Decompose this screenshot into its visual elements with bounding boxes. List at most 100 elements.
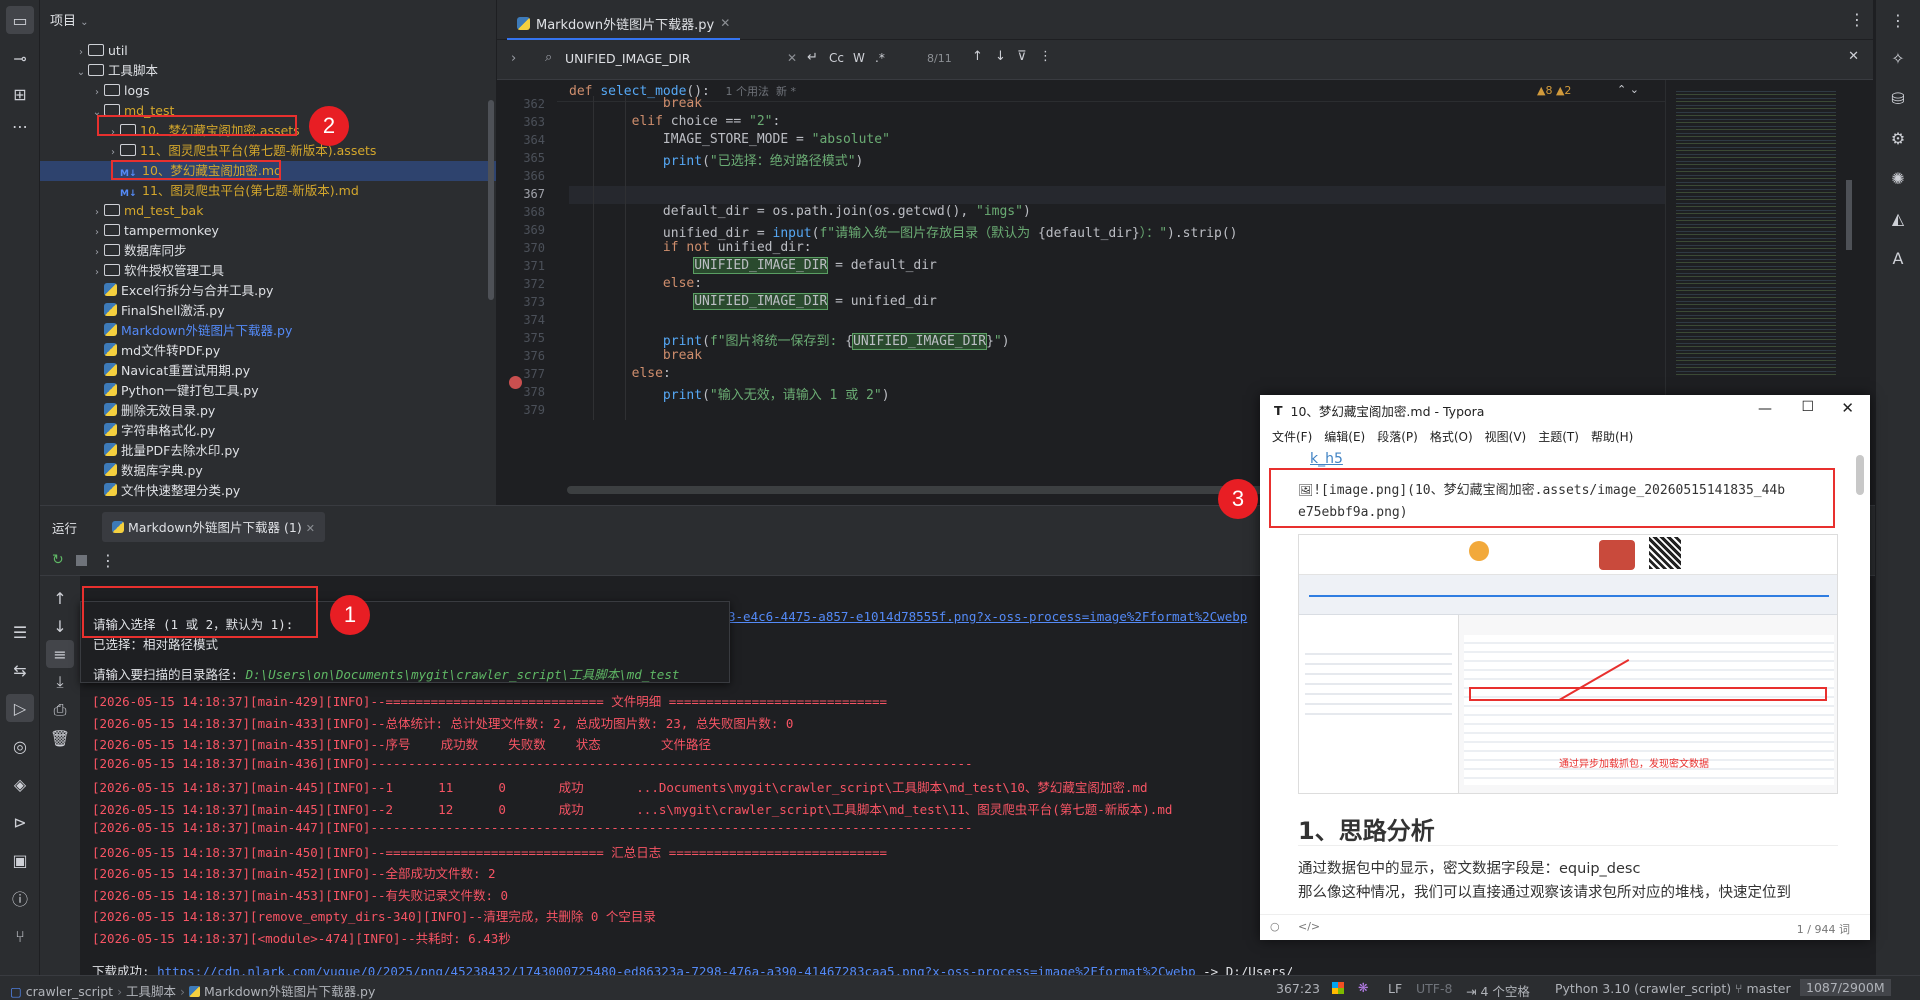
code-line[interactable]: IMAGE_STORE_MODE = "absolute" bbox=[569, 132, 890, 147]
match-case-toggle[interactable]: Cc bbox=[829, 51, 844, 65]
chevron-right-icon[interactable]: › bbox=[90, 83, 104, 103]
git-icon[interactable]: ⑂ bbox=[6, 922, 34, 950]
stop-icon[interactable] bbox=[76, 555, 87, 566]
python-interpreter[interactable]: Python 3.10 (crawler_script) bbox=[1555, 981, 1731, 996]
minimize-icon[interactable]: — bbox=[1758, 401, 1772, 417]
close-run-tab-icon[interactable]: ✕ bbox=[306, 522, 315, 535]
maximize-icon[interactable]: ☐ bbox=[1801, 399, 1814, 415]
source-mode-icon[interactable]: </> bbox=[1298, 920, 1320, 933]
next-match-icon[interactable]: ↓ bbox=[995, 49, 1006, 64]
tree-scrollbar[interactable] bbox=[488, 60, 494, 500]
chevron-down-icon[interactable]: ⌄ bbox=[74, 63, 88, 83]
editor-tab-active[interactable]: Markdown外链图片下载器.py ✕ bbox=[507, 8, 741, 40]
code-line[interactable]: print("输入无效，请输入 1 或 2") bbox=[569, 384, 890, 403]
typora-menu-item[interactable]: 编辑(E) bbox=[1324, 430, 1365, 444]
code-line[interactable]: print("已选择：绝对路径模式") bbox=[569, 150, 863, 169]
indent-indicator[interactable]: ⇥ 4 个空格 bbox=[1466, 981, 1530, 1000]
code-line[interactable]: unified_dir = input(f"请输入统一图片存放目录（默认为 {d… bbox=[569, 222, 1238, 241]
newline-icon[interactable]: ↵ bbox=[807, 50, 818, 65]
tree-item[interactable]: › md_test_bak bbox=[40, 201, 496, 221]
close-tab-icon[interactable]: ✕ bbox=[720, 16, 730, 30]
find-input[interactable]: UNIFIED_IMAGE_DIR bbox=[565, 51, 825, 66]
translate-icon[interactable]: A bbox=[1884, 244, 1912, 272]
project-tool-icon[interactable]: ▭ bbox=[6, 6, 34, 34]
breadcrumb-project[interactable]: crawler_script bbox=[26, 984, 113, 999]
code-line[interactable]: break bbox=[569, 96, 702, 111]
todo-tool-icon[interactable]: ☰ bbox=[6, 618, 34, 646]
tree-item[interactable]: 数据库字典.py bbox=[40, 461, 496, 481]
file-encoding[interactable]: UTF-8 bbox=[1416, 981, 1452, 996]
typora-menu-item[interactable]: 文件(F) bbox=[1272, 430, 1312, 444]
rerun-icon[interactable]: ↻ bbox=[52, 552, 64, 568]
tree-item[interactable]: Excel行拆分与合并工具.py bbox=[40, 281, 496, 301]
filter-icon[interactable]: ⊽ bbox=[1017, 49, 1027, 64]
tree-item[interactable]: M↓ 11、图灵爬虫平台(第七题-新版本).md bbox=[40, 181, 496, 201]
tree-item[interactable]: Navicat重置试用期.py bbox=[40, 361, 496, 381]
typora-scrollbar[interactable] bbox=[1856, 455, 1864, 495]
memory-indicator[interactable]: 1087/2900M bbox=[1800, 979, 1891, 996]
tree-item[interactable]: › 11、图灵爬虫平台(第七题-新版本).assets bbox=[40, 141, 496, 161]
print-icon[interactable]: ⎙ bbox=[46, 696, 74, 724]
warnings-nav-icon[interactable]: ⌃ ⌄ bbox=[1617, 83, 1639, 96]
close-find-icon[interactable]: ✕ bbox=[1848, 49, 1859, 64]
tree-item[interactable]: ⌄ 工具脚本 bbox=[40, 61, 496, 81]
chevron-right-icon[interactable]: › bbox=[90, 263, 104, 283]
services-icon[interactable]: ⊳ bbox=[6, 808, 34, 836]
editor-more-icon[interactable]: ⋮ bbox=[1849, 10, 1865, 29]
find-more-icon[interactable]: ⋮ bbox=[1039, 49, 1052, 64]
tree-item[interactable]: › tampermonkey bbox=[40, 221, 496, 241]
breadcrumb-file[interactable]: Markdown外链图片下载器.py bbox=[204, 984, 375, 999]
problems-icon[interactable]: ⓘ bbox=[6, 884, 34, 912]
chevron-right-icon[interactable]: › bbox=[74, 43, 88, 63]
tree-item[interactable]: FinalShell激活.py bbox=[40, 301, 496, 321]
chevron-right-icon[interactable]: › bbox=[90, 223, 104, 243]
clear-search-icon[interactable]: ✕ bbox=[787, 51, 797, 65]
code-line[interactable]: elif choice == "2": bbox=[569, 114, 781, 129]
python-packages-icon[interactable]: ◈ bbox=[6, 770, 34, 798]
code-line[interactable]: if not unified_dir: bbox=[569, 240, 812, 255]
regex-toggle[interactable]: .* bbox=[875, 51, 885, 65]
database-icon[interactable]: ⛁ bbox=[1884, 84, 1912, 112]
whole-word-toggle[interactable]: W bbox=[853, 51, 865, 65]
ai-assistant-icon[interactable]: ✧ bbox=[1884, 44, 1912, 72]
terminal-icon[interactable]: ▣ bbox=[6, 846, 34, 874]
scroll-to-end-icon[interactable]: ⤓ bbox=[46, 668, 74, 696]
sidebar-toggle-icon[interactable]: ○ bbox=[1270, 920, 1280, 933]
tree-item[interactable]: 字符串格式化.py bbox=[40, 421, 496, 441]
python-console-icon[interactable]: ◎ bbox=[6, 732, 34, 760]
tree-item[interactable]: 删除无效目录.py bbox=[40, 401, 496, 421]
code-line[interactable]: break bbox=[569, 348, 702, 363]
tree-item[interactable]: Markdown外链图片下载器.py bbox=[40, 321, 496, 341]
breakpoint-icon[interactable] bbox=[509, 376, 522, 389]
caret-position[interactable]: 367:23 bbox=[1276, 981, 1320, 996]
tree-item[interactable]: › 软件授权管理工具 bbox=[40, 261, 496, 281]
plugin-icon[interactable]: ⚙ bbox=[1884, 124, 1912, 152]
typora-menu-item[interactable]: 主题(T) bbox=[1538, 430, 1579, 444]
run-tool-icon[interactable]: ▷ bbox=[6, 694, 34, 722]
word-count[interactable]: 1 / 944 词 bbox=[1797, 921, 1850, 937]
truncated-url-link[interactable]: 3-e4c6-4475-a857-e1014d78555f.png?x-oss-… bbox=[728, 609, 1247, 624]
project-panel-header[interactable]: 项目 ⌄ bbox=[50, 10, 89, 29]
scroll-up-icon[interactable]: ↑ bbox=[46, 584, 74, 612]
run-more-icon[interactable]: ⋮ bbox=[100, 551, 116, 570]
tree-item[interactable]: 文件快速整理分类.py bbox=[40, 481, 496, 501]
expand-replace-icon[interactable]: › bbox=[511, 51, 516, 66]
chevron-right-icon[interactable]: › bbox=[90, 243, 104, 263]
typora-menu-item[interactable]: 段落(P) bbox=[1377, 430, 1418, 444]
line-separator[interactable]: LF bbox=[1388, 981, 1402, 996]
typora-menu-item[interactable]: 帮助(H) bbox=[1591, 430, 1633, 444]
breadcrumb-folder[interactable]: 工具脚本 bbox=[126, 984, 176, 999]
run-tab[interactable]: Markdown外链图片下载器 (1) ✕ bbox=[102, 512, 325, 542]
link-fragment[interactable]: k_h5 bbox=[1310, 451, 1343, 467]
structure-tool-icon[interactable]: ⊞ bbox=[6, 80, 34, 108]
soft-wrap-icon[interactable]: ≡ bbox=[46, 640, 74, 668]
tree-item[interactable]: › 数据库同步 bbox=[40, 241, 496, 261]
code-line[interactable]: default_dir = os.path.join(os.getcwd(), … bbox=[569, 204, 1031, 219]
commit-tool-icon[interactable]: ⊸ bbox=[6, 44, 34, 72]
usage-hint[interactable]: 1 个用法 新 * bbox=[726, 85, 797, 98]
search-icon[interactable]: ⌕ bbox=[545, 50, 552, 65]
code-line[interactable]: else: bbox=[569, 276, 702, 291]
minimap-scroll-thumb[interactable] bbox=[1846, 180, 1852, 250]
code-line[interactable]: else: bbox=[569, 366, 671, 381]
tree-item[interactable]: 批量PDF去除水印.py bbox=[40, 441, 496, 461]
